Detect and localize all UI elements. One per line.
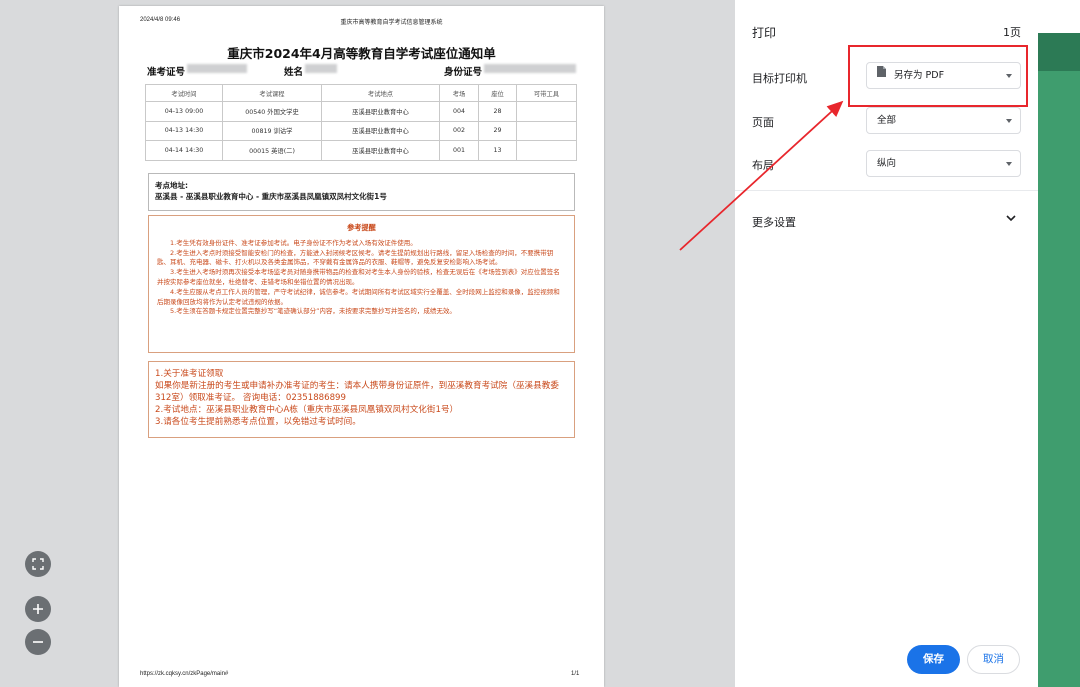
save-button[interactable]: 保存 (907, 645, 960, 674)
admission-number-field: 准考证号 (147, 64, 248, 78)
redacted-name (305, 64, 338, 73)
exam-address-box: 考点地址: 巫溪县 - 巫溪县职业教育中心 - 重庆市巫溪县凤凰镇双凤村文化街1… (148, 173, 575, 211)
column-header: 座位 (478, 84, 517, 102)
table-cell (516, 120, 577, 141)
address-text: 巫溪县 - 巫溪县职业教育中心 - 重庆市巫溪县凤凰镇双凤村文化街1号 (155, 192, 387, 201)
fit-page-icon (32, 558, 44, 570)
column-header: 考场 (439, 84, 479, 102)
name-field: 姓名 (284, 64, 338, 78)
table-cell: 04-14 14:30 (145, 140, 223, 161)
table-cell: 巫溪县职业教育中心 (321, 140, 440, 161)
notice-title: 参考提醒 (347, 223, 376, 232)
layout-label: 布局 (752, 159, 774, 172)
extra-line: 1.关于准考证领取 (155, 369, 224, 379)
table-cell (516, 140, 577, 161)
cancel-button[interactable]: 取消 (967, 645, 1020, 674)
footer-page-number: 1/1 (571, 671, 580, 677)
panel-title: 打印 (752, 26, 777, 40)
table-row: 04-14 14:30 00015 英语(二) 巫溪县职业教育中心 001 13 (145, 140, 577, 161)
background-green-area (1038, 71, 1080, 687)
header-system-name: 重庆市高等教育自学考试信息管理系统 (340, 20, 443, 26)
table-cell: 002 (439, 120, 479, 141)
column-header: 考试课程 (222, 84, 322, 102)
id-number-label: 身份证号 (444, 67, 483, 78)
table-cell: 001 (439, 140, 479, 161)
table-cell: 29 (478, 120, 517, 141)
table-row: 04-13 14:30 00819 训诂学 巫溪县职业教育中心 002 29 (145, 120, 577, 141)
document-page: 2024/4/8 09:46 重庆市高等教育自学考试信息管理系统 重庆市2024… (119, 6, 604, 687)
extra-line: 2.考试地点：巫溪县职业教育中心A栋（重庆市巫溪县凤凰镇双凤村文化街1号） (155, 405, 459, 415)
pages-label: 页面 (752, 116, 774, 129)
more-settings-label: 更多设置 (752, 216, 796, 229)
table-cell: 13 (478, 140, 517, 161)
table-cell: 04-13 14:30 (145, 120, 223, 141)
chevron-down-icon (1006, 215, 1016, 222)
table-cell (516, 101, 577, 122)
redacted-admission-number (187, 64, 248, 73)
column-header: 可带工具 (516, 84, 577, 102)
id-number-field: 身份证号 (444, 64, 577, 78)
table-cell: 巫溪县职业教育中心 (321, 101, 440, 122)
layout-value: 纵向 (877, 158, 897, 169)
table-row: 04-13 09:00 00540 外国文学史 巫溪县职业教育中心 004 28 (145, 101, 577, 122)
redacted-id-number (484, 64, 577, 73)
layout-select[interactable]: 纵向 (866, 150, 1021, 177)
exam-schedule-table: 考试时间 考试课程 考试地点 考场 座位 可带工具 04-13 09:00 00… (145, 84, 577, 161)
zoom-in-button[interactable] (25, 596, 51, 622)
page-count: 1页 (1003, 26, 1021, 39)
table-header-row: 考试时间 考试课程 考试地点 考场 座位 可带工具 (145, 84, 577, 102)
admission-number-label: 准考证号 (147, 67, 186, 78)
extra-line: 3.请各位考生提前熟悉考点位置，以免错过考试时间。 (155, 417, 361, 427)
print-preview-area: 2024/4/8 09:46 重庆市高等教育自学考试信息管理系统 重庆市2024… (0, 0, 735, 687)
extra-info-box: 1.关于准考证领取 如果你是新注册的考生或申请补办准考证的考生：请本人携带身份证… (148, 361, 575, 438)
extra-line: 如果你是新注册的考生或申请补办准考证的考生：请本人携带身份证原件，到巫溪教育考试… (155, 381, 559, 403)
more-settings-toggle[interactable]: 更多设置 (735, 205, 1038, 235)
address-label: 考点地址: (155, 181, 188, 190)
notice-item: 5.考生须在答题卡规定位置完整抄写“笔迹确认部分”内容，未按要求完整抄写并签名的… (170, 307, 456, 316)
table-cell: 28 (478, 101, 517, 122)
section-divider (735, 190, 1038, 191)
notice-item: 3.考生进入考场时须再次接受本考场监考员对随身携带物品的检查和对考生本人身份的验… (157, 268, 560, 286)
destination-highlight-box (848, 45, 1028, 107)
notice-item: 1.考生凭有效身份证件、准考证参加考试。电子身份证不作为考试入场有效证件使用。 (170, 238, 417, 247)
document-title: 重庆市2024年4月高等教育自学考试座位通知单 (227, 46, 496, 61)
name-label: 姓名 (284, 67, 304, 78)
notice-item: 4.考生应服从考点工作人员的管理，严守考试纪律，诚信参考。考试期间所有考试区域实… (157, 287, 560, 306)
table-cell: 004 (439, 101, 479, 122)
destination-label: 目标打印机 (752, 72, 807, 85)
dropdown-arrow-icon (1006, 119, 1012, 123)
dropdown-arrow-icon (1006, 162, 1012, 166)
zoom-out-button[interactable] (25, 629, 51, 655)
table-cell: 00819 训诂学 (222, 120, 322, 141)
pages-select[interactable]: 全部 (866, 107, 1021, 134)
background-page-strip (1038, 0, 1080, 687)
notice-box: 参考提醒 1.考生凭有效身份证件、准考证参加考试。电子身份证不作为考试入场有效证… (148, 215, 575, 353)
table-cell: 00540 外国文学史 (222, 101, 322, 122)
column-header: 考试地点 (321, 84, 440, 102)
plus-icon (33, 604, 43, 614)
table-cell: 巫溪县职业教育中心 (321, 120, 440, 141)
fit-to-page-button[interactable] (25, 551, 51, 577)
background-green-bar (1038, 33, 1080, 71)
table-cell: 04-13 09:00 (145, 101, 223, 122)
table-cell: 00015 英语(二) (222, 140, 322, 161)
pages-value: 全部 (877, 115, 897, 126)
column-header: 考试时间 (145, 84, 223, 102)
notice-item: 2.考生进入考点时须接受智能安检门的检查，方能进入封闭候考区候考。请考生提前规划… (157, 248, 554, 267)
footer-url: https://zk.cqksy.cn/zkPage/main# (140, 671, 229, 677)
minus-icon (33, 641, 43, 643)
